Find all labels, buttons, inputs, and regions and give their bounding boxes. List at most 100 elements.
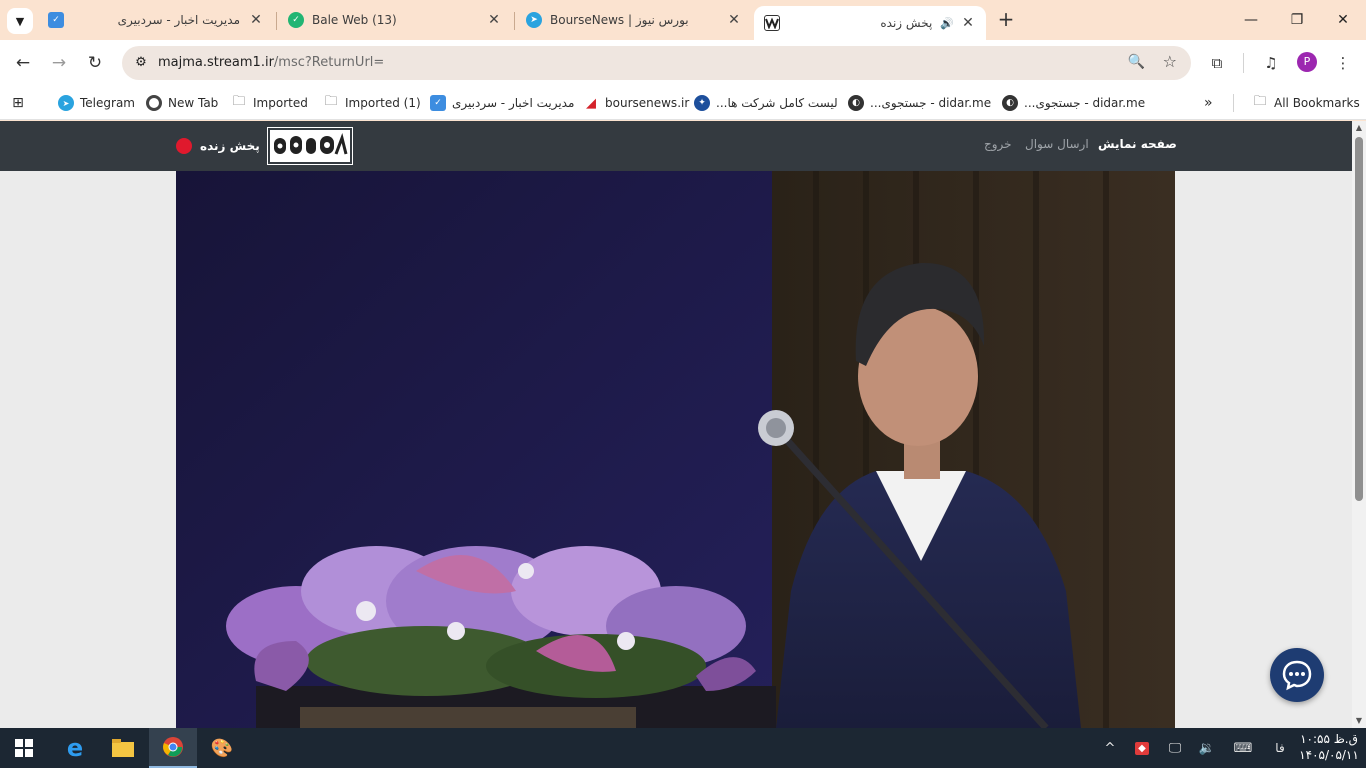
- tab-news-admin[interactable]: ✓ مدیریت اخبار - سردبیری ✕: [38, 0, 274, 40]
- url-text[interactable]: majma.stream1.ir/msc?ReturnUrl=: [158, 55, 384, 70]
- close-icon[interactable]: ✕: [960, 15, 976, 31]
- site-logo[interactable]: [267, 127, 353, 165]
- maximize-button[interactable]: ❐: [1274, 0, 1320, 40]
- reload-icon: ↻: [87, 53, 103, 73]
- tab-separator: [514, 12, 515, 30]
- scroll-up-arrow-icon[interactable]: ▲: [1352, 121, 1366, 135]
- tab-title: پخش زنده: [880, 16, 933, 30]
- bookmark-didar-2[interactable]: ◐ didar.me - جستجوی...: [1002, 92, 1145, 114]
- telegram-favicon: ➤: [526, 12, 542, 28]
- video-frame: [176, 171, 1175, 728]
- windows-taskbar: e 🎨 ^ ◆ 🖵 🔉 ⌨ فا ق.ظ ۱۰:۵۵ ۱۴۰۵/۰۵/۱۱: [0, 728, 1366, 768]
- taskbar-file-explorer[interactable]: [99, 728, 147, 768]
- checklist-icon: ✓: [430, 95, 446, 111]
- bookmark-telegram[interactable]: ➤ Telegram: [58, 92, 135, 114]
- paint-icon: 🎨: [210, 737, 234, 759]
- minimize-button[interactable]: —: [1228, 0, 1274, 40]
- bookmark-imported[interactable]: 🗀 Imported: [231, 92, 307, 114]
- chat-button[interactable]: [1270, 648, 1324, 702]
- apps-button[interactable]: ⊞: [10, 92, 26, 114]
- media-controls-button[interactable]: ♫: [1258, 50, 1284, 76]
- globe-icon: ◐: [848, 95, 864, 111]
- all-bookmarks-button[interactable]: 🗀 All Bookmarks: [1252, 92, 1360, 114]
- speaker-icon[interactable]: 🔊: [940, 17, 954, 30]
- boursenews-icon: ◢: [586, 95, 596, 111]
- tab-strip: ▼ ✓ مدیریت اخبار - سردبیری ✕ ✓ Bale Web …: [0, 0, 1366, 40]
- windows-start-icon: [15, 739, 33, 757]
- taskbar-chrome[interactable]: [149, 728, 197, 768]
- address-bar[interactable]: ⚙ majma.stream1.ir/msc?ReturnUrl= 🔍 ☆: [122, 46, 1191, 80]
- folder-icon: 🗀: [324, 94, 338, 109]
- tab-bale-web[interactable]: ✓ Bale Web (13) ✕: [278, 0, 512, 40]
- bookmark-label: Telegram: [80, 96, 135, 110]
- chevron-down-icon: ▼: [15, 14, 25, 28]
- start-button[interactable]: [0, 728, 48, 768]
- bookmark-didar-1[interactable]: ◐ didar.me - جستجوی...: [848, 92, 991, 114]
- back-button[interactable]: ←: [10, 50, 36, 76]
- tab-separator: [276, 12, 277, 30]
- arrow-right-icon: →: [51, 53, 67, 73]
- live-dot-icon: [176, 138, 192, 154]
- site-info-icon[interactable]: ⚙: [130, 52, 152, 74]
- nav-home-link[interactable]: صفحه نمایش: [1098, 137, 1177, 151]
- chat-bubble-icon: [1282, 660, 1312, 691]
- live-video-player[interactable]: [176, 171, 1175, 728]
- nav-logout-link[interactable]: خروج: [984, 137, 1012, 151]
- keyboard-icon[interactable]: ⌨: [1230, 738, 1256, 758]
- bookmark-label: Imported (1): [345, 96, 421, 110]
- input-language-indicator[interactable]: فا: [1270, 738, 1290, 758]
- close-window-button[interactable]: ✕: [1320, 0, 1366, 40]
- extensions-button[interactable]: ⧉: [1204, 50, 1230, 76]
- anydesk-tray-icon[interactable]: ◆: [1132, 738, 1152, 758]
- bookmark-boursenews[interactable]: ◢ boursenews.ir: [583, 92, 689, 114]
- bookmark-star-icon[interactable]: ☆: [1163, 52, 1177, 71]
- network-icon[interactable]: 🖵: [1164, 738, 1186, 758]
- live-badge[interactable]: پخش زنده: [176, 138, 260, 154]
- page-scrollbar[interactable]: ▲ ▼: [1352, 121, 1366, 728]
- menu-button[interactable]: ⋮: [1330, 50, 1356, 76]
- taskbar-paint[interactable]: 🎨: [198, 728, 246, 768]
- taskbar-clock[interactable]: ق.ظ ۱۰:۵۵ ۱۴۰۵/۰۵/۱۱: [1296, 731, 1362, 763]
- bookmarks-separator: [1233, 94, 1234, 112]
- file-explorer-icon: [112, 739, 134, 757]
- close-icon[interactable]: ✕: [486, 12, 502, 28]
- scroll-down-arrow-icon[interactable]: ▼: [1352, 714, 1366, 728]
- zoom-icon[interactable]: 🔍: [1128, 54, 1145, 70]
- new-tab-button[interactable]: +: [994, 8, 1018, 32]
- tray-overflow-icon[interactable]: ^: [1100, 738, 1120, 758]
- nav-ask-question-link[interactable]: ارسال سوال: [1025, 137, 1089, 151]
- tab-search-button[interactable]: ▼: [7, 8, 33, 34]
- edge-icon: e: [66, 734, 84, 762]
- close-icon[interactable]: ✕: [726, 12, 742, 28]
- reload-button[interactable]: ↻: [82, 50, 108, 76]
- tab-boursenews[interactable]: ➤ بورس نیوز | BourseNews ✕: [516, 0, 752, 40]
- live-label: پخش زنده: [200, 139, 260, 153]
- site-navbar: صفحه نمایش ارسال سوال خروج پخش زنده: [0, 121, 1352, 171]
- bookmark-label: boursenews.ir: [605, 96, 690, 110]
- tab-title: Bale Web (13): [312, 13, 397, 27]
- volume-icon[interactable]: 🔉: [1196, 738, 1218, 758]
- url-path: /msc?ReturnUrl=: [273, 55, 385, 70]
- tab-live-stream[interactable]: پخش زنده 🔊 ✕: [754, 6, 986, 40]
- forward-button[interactable]: →: [46, 50, 72, 76]
- bookmarks-overflow-button[interactable]: »: [1204, 92, 1213, 114]
- bookmark-company-list[interactable]: ✦ لیست کامل شرکت ها...: [694, 92, 838, 114]
- close-icon[interactable]: ✕: [248, 12, 264, 28]
- bookmark-new-tab[interactable]: New Tab: [146, 92, 218, 114]
- chrome-icon: [146, 95, 162, 111]
- kebab-menu-icon: ⋮: [1335, 54, 1351, 72]
- profile-avatar[interactable]: P: [1297, 52, 1317, 72]
- bookmark-imported-1[interactable]: 🗀 Imported (1): [323, 92, 421, 114]
- company-icon: ✦: [694, 95, 710, 111]
- folder-icon: 🗀: [1253, 94, 1267, 109]
- arrow-left-icon: ←: [15, 53, 31, 73]
- browser-toolbar: ← → ↻ ⚙ majma.stream1.ir/msc?ReturnUrl= …: [0, 40, 1366, 86]
- taskbar-edge[interactable]: e: [51, 728, 99, 768]
- bookmark-label: All Bookmarks: [1274, 96, 1360, 110]
- toolbar-separator: [1243, 53, 1244, 73]
- scroll-thumb[interactable]: [1355, 137, 1363, 501]
- bookmark-label: لیست کامل شرکت ها...: [716, 96, 838, 110]
- url-host: majma.stream1.ir: [158, 55, 274, 70]
- bookmark-news-admin[interactable]: ✓ مدیریت اخبار - سردبیری: [430, 92, 574, 114]
- apps-grid-icon: ⊞: [12, 95, 24, 111]
